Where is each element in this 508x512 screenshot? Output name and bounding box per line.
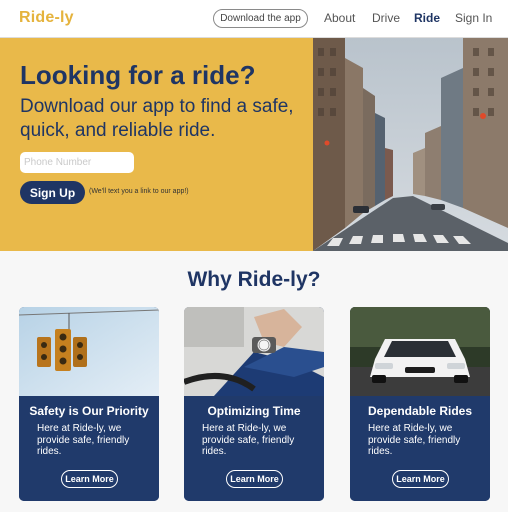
download-app-button[interactable]: Download the app	[213, 9, 308, 28]
feature-card-safety: Safety is Our Priority Here at Ride-ly, …	[19, 307, 159, 501]
nav-link-about[interactable]: About	[324, 11, 355, 25]
why-heading: Why Ride-ly?	[187, 268, 321, 291]
card-title: Dependable Rides	[367, 404, 473, 418]
card-body: Dependable Rides Here at Ride-ly, we pro…	[350, 396, 490, 501]
feature-card-time: Optimizing Time Here at Ride-ly, we prov…	[184, 307, 324, 501]
logo[interactable]: Ride-ly	[19, 9, 74, 27]
nav-link-drive[interactable]: Drive	[372, 11, 400, 25]
card-text: Here at Ride-ly, we provide safe, friend…	[37, 423, 130, 457]
card-text: Here at Ride-ly, we provide safe, friend…	[202, 423, 295, 457]
traffic-light-image	[19, 307, 159, 396]
nav-link-ride[interactable]: Ride	[414, 11, 440, 25]
nav-link-sign-in[interactable]: Sign In	[455, 11, 492, 25]
card-title: Safety is Our Priority	[29, 404, 149, 418]
card-body: Optimizing Time Here at Ride-ly, we prov…	[184, 396, 324, 501]
learn-more-button[interactable]: Learn More	[226, 470, 283, 488]
sign-up-hint: (We'll text you a link to our app!)	[89, 188, 189, 195]
sign-up-button[interactable]: Sign Up	[20, 181, 85, 204]
card-body: Safety is Our Priority Here at Ride-ly, …	[19, 396, 159, 501]
card-title: Optimizing Time	[207, 404, 301, 418]
wristwatch-image	[184, 307, 324, 396]
city-street-image	[313, 38, 508, 251]
white-car-image	[350, 307, 490, 396]
learn-more-button[interactable]: Learn More	[392, 470, 449, 488]
feature-card-dependable: Dependable Rides Here at Ride-ly, we pro…	[350, 307, 490, 501]
hero-title: Looking for a ride?	[20, 60, 256, 90]
learn-more-button[interactable]: Learn More	[61, 470, 118, 488]
phone-number-input[interactable]	[20, 152, 134, 173]
hero-subtitle: Download our app to find a safe, quick, …	[20, 96, 294, 141]
top-nav: Ride-ly Download the app About Drive Rid…	[0, 0, 508, 38]
card-text: Here at Ride-ly, we provide safe, friend…	[368, 423, 461, 457]
